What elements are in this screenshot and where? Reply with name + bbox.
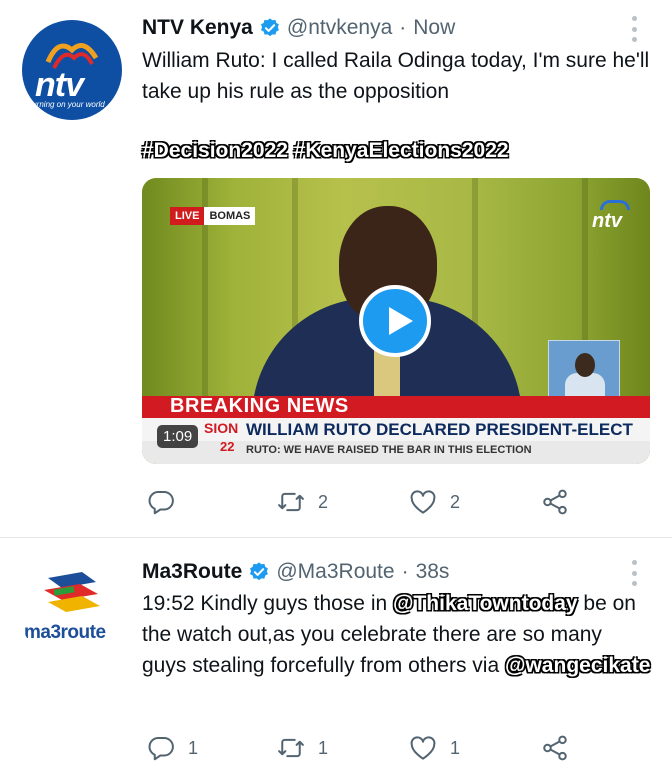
video-duration: 1:09 bbox=[157, 425, 199, 448]
breaking-news-bar: BREAKING NEWS bbox=[142, 395, 650, 418]
heart-icon bbox=[410, 736, 436, 760]
like-count: 1 bbox=[450, 737, 461, 758]
reply-button[interactable] bbox=[146, 482, 188, 522]
like-button[interactable]: 2 bbox=[408, 482, 460, 522]
tweet-header: NTV Kenya @ntvkenya · Now bbox=[142, 13, 455, 43]
tweet-ma3route[interactable]: ma3route Ma3Route @Ma3Route · 38s 19:52 … bbox=[0, 538, 672, 769]
retweet-icon bbox=[278, 738, 304, 758]
live-label: LIVE bbox=[170, 207, 205, 225]
ntv-avatar-tagline: turning on your world bbox=[30, 100, 105, 109]
year-badge: 22 bbox=[220, 439, 235, 454]
sign-language-inset bbox=[548, 340, 620, 399]
more-options-icon[interactable] bbox=[632, 560, 638, 586]
mention-link[interactable]: @ThikaTowntoday bbox=[393, 592, 578, 615]
handle[interactable]: @ntvkenya bbox=[287, 16, 392, 40]
books-logo-icon bbox=[44, 572, 100, 612]
tweet-ntv-kenya[interactable]: ntv turning on your world NTV Kenya @ntv… bbox=[0, 0, 672, 537]
ntv-avatar[interactable]: ntv turning on your world bbox=[22, 20, 122, 120]
video-player[interactable]: LIVE BOMAS ntv BREAKING NEWS SION WILLIA… bbox=[142, 178, 650, 464]
channel-logo-arcs-icon bbox=[600, 200, 630, 210]
retweet-button[interactable]: 2 bbox=[276, 482, 328, 522]
interpreter-head bbox=[575, 353, 595, 377]
handle[interactable]: @Ma3Route bbox=[276, 560, 394, 584]
share-icon bbox=[543, 489, 567, 515]
retweet-count: 1 bbox=[318, 737, 329, 758]
reply-button[interactable]: 1 bbox=[146, 728, 198, 768]
reply-icon bbox=[148, 491, 174, 515]
display-name[interactable]: NTV Kenya bbox=[142, 16, 253, 40]
display-name[interactable]: Ma3Route bbox=[142, 560, 242, 584]
tweet-actions: 2 2 bbox=[142, 482, 582, 522]
tweet-text-part: 19:52 Kindly guys those in bbox=[142, 592, 393, 615]
reply-count: 1 bbox=[188, 737, 199, 758]
verified-badge-icon bbox=[250, 562, 269, 581]
like-count: 2 bbox=[450, 491, 461, 512]
retweet-button[interactable]: 1 bbox=[276, 728, 328, 768]
tweet-actions: 1 1 1 bbox=[142, 728, 582, 768]
verified-badge-icon bbox=[260, 18, 279, 37]
channel-logo: ntv bbox=[592, 200, 630, 233]
share-button[interactable] bbox=[540, 482, 570, 522]
mention-link[interactable]: @wangecikate bbox=[505, 654, 650, 677]
retweet-icon bbox=[278, 492, 304, 512]
separator-dot: · bbox=[399, 16, 407, 39]
subheadline-bar: RUTO: WE HAVE RAISED THE BAR IN THIS ELE… bbox=[142, 439, 650, 464]
tweet-text: William Ruto: I called Raila Odinga toda… bbox=[142, 49, 650, 103]
timestamp[interactable]: Now bbox=[413, 16, 455, 40]
play-icon[interactable] bbox=[359, 285, 431, 357]
retweet-count: 2 bbox=[318, 491, 329, 512]
tweet-text: 19:52 Kindly guys those in @ThikaTowntod… bbox=[142, 588, 652, 681]
heart-icon bbox=[410, 490, 436, 514]
share-button[interactable] bbox=[540, 728, 570, 768]
channel-logo-text: ntv bbox=[592, 210, 622, 232]
ma3route-avatar[interactable]: ma3route bbox=[20, 560, 124, 664]
like-button[interactable]: 1 bbox=[408, 728, 460, 768]
share-icon bbox=[543, 735, 567, 761]
subheadline-text: RUTO: WE HAVE RAISED THE BAR IN THIS ELE… bbox=[246, 444, 532, 456]
headline-text: WILLIAM RUTO DECLARED PRESIDENT-ELECT bbox=[246, 420, 633, 439]
hashtags[interactable]: #Decision2022 #KenyaElections2022 bbox=[142, 139, 509, 163]
location-label: BOMAS bbox=[204, 207, 256, 225]
live-badge: LIVE BOMAS bbox=[170, 207, 256, 225]
more-options-icon[interactable] bbox=[632, 16, 638, 42]
timestamp[interactable]: 38s bbox=[416, 560, 450, 584]
ma3route-avatar-wordmark: ma3route bbox=[24, 622, 106, 643]
separator-dot: · bbox=[401, 560, 409, 583]
reply-icon bbox=[148, 737, 174, 761]
headline-prefix: SION bbox=[204, 420, 239, 436]
tweet-header: Ma3Route @Ma3Route · 38s bbox=[142, 557, 449, 587]
breaking-news-label: BREAKING NEWS bbox=[170, 395, 349, 417]
